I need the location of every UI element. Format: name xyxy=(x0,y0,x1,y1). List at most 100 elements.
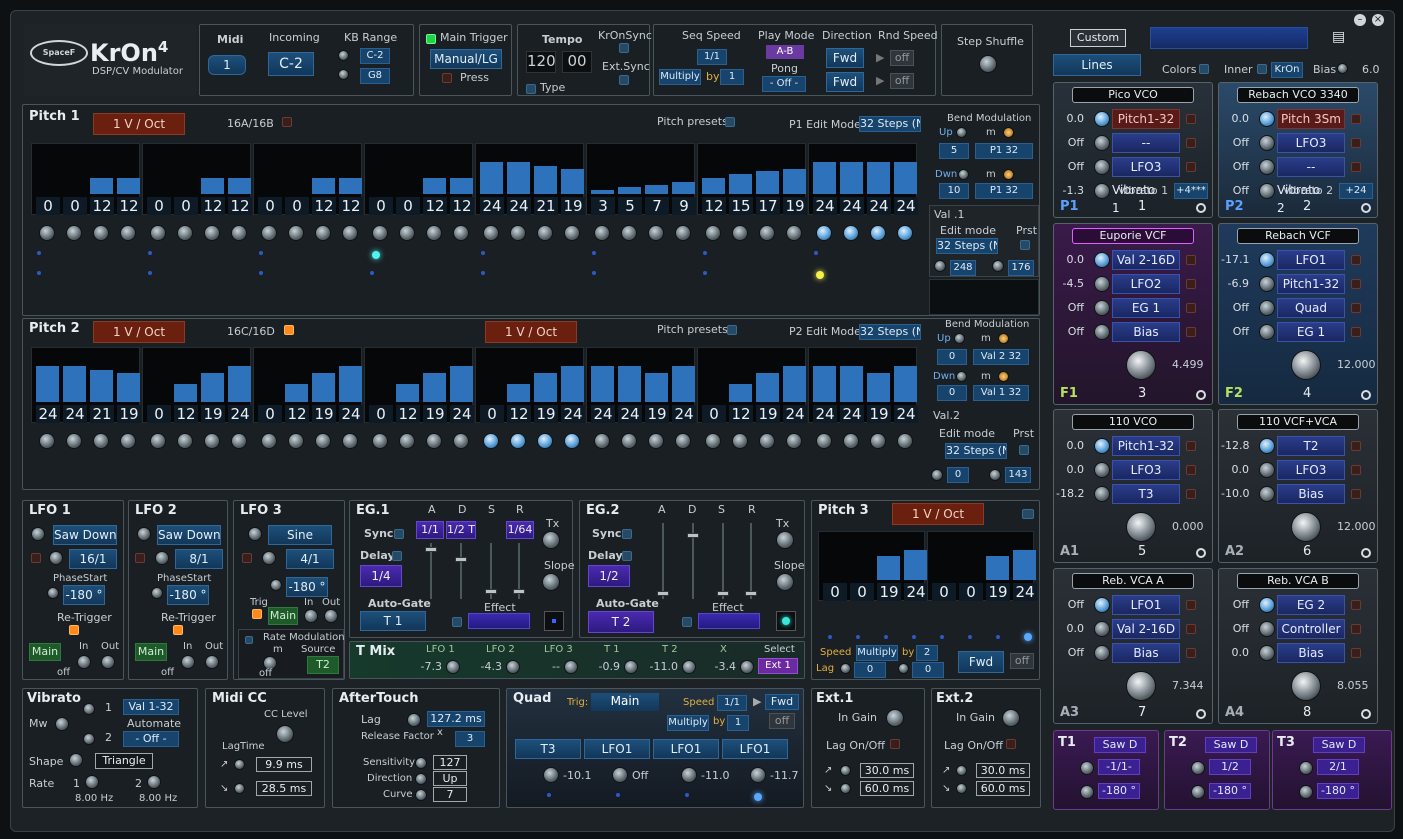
mod-toggle[interactable] xyxy=(1351,138,1361,148)
mod-knob[interactable] xyxy=(1094,597,1110,613)
lag-up-knob[interactable] xyxy=(234,759,245,770)
pitch3-lag-knob-b[interactable] xyxy=(898,663,909,674)
val1-value-b[interactable]: 176 xyxy=(1008,260,1034,276)
eg2-effect-select[interactable] xyxy=(698,613,760,629)
pitch1-step-grid[interactable]: 0 0 12 12 0 0 12 12 0 0 12 12 0 0 12 12 24 24 21 19 3 5 7 9 12 15… xyxy=(31,143,919,315)
step-bar[interactable] xyxy=(396,384,419,402)
power-icon[interactable] xyxy=(1361,709,1371,719)
val2-edit-mode[interactable]: 32 Steps (N xyxy=(945,443,1007,459)
lfo2-out-knob[interactable] xyxy=(205,655,219,669)
ext1-lag-up-knob[interactable] xyxy=(840,765,851,776)
tmix-knob[interactable] xyxy=(740,660,754,674)
minimize-icon[interactable]: – xyxy=(1354,14,1366,26)
lfo2-waveform[interactable]: Saw Down xyxy=(157,525,221,545)
step-knob[interactable] xyxy=(288,433,304,449)
step-knob[interactable] xyxy=(705,433,721,449)
pitch3-lag-b[interactable]: 0 xyxy=(912,662,944,678)
pitch2-up-source[interactable]: Val 2 32 xyxy=(973,349,1029,365)
mod-knob[interactable] xyxy=(1094,159,1110,175)
step-knob[interactable] xyxy=(816,225,832,241)
mod-source[interactable]: EG 1 xyxy=(1277,322,1345,342)
mod-knob[interactable] xyxy=(1094,486,1110,502)
ext2-lag-up[interactable]: 30.0 ms xyxy=(976,763,1030,778)
step-knob[interactable] xyxy=(261,433,277,449)
step-knob[interactable] xyxy=(759,433,775,449)
mod-toggle[interactable] xyxy=(1186,441,1196,451)
vibrato-shape[interactable]: Triangle xyxy=(95,753,153,769)
step-knob[interactable] xyxy=(426,225,442,241)
step-bar[interactable] xyxy=(201,373,224,402)
pitch2-notes-toggle[interactable] xyxy=(284,325,294,335)
quad-speed[interactable]: 1/1 xyxy=(717,695,747,711)
step-bar[interactable] xyxy=(867,162,890,194)
pitch3-by-value[interactable]: 2 xyxy=(916,645,938,661)
step-knob[interactable] xyxy=(564,433,580,449)
module-header[interactable]: Rebach VCO 3340 xyxy=(1237,87,1359,103)
kb-range-high[interactable]: G8 xyxy=(360,68,390,84)
step-bar[interactable] xyxy=(534,373,557,402)
module-header[interactable]: Euporie VCF xyxy=(1072,228,1194,244)
step-group[interactable]: 0 0 19 24 xyxy=(818,531,928,601)
lfo3-in-knob[interactable] xyxy=(304,609,318,623)
step-knob[interactable] xyxy=(870,225,886,241)
eg1-sync-toggle[interactable] xyxy=(394,529,404,539)
lfo3-phase-knob[interactable] xyxy=(270,579,282,591)
lfo2-phase-knob[interactable] xyxy=(151,587,163,599)
mod-knob[interactable] xyxy=(1259,645,1275,661)
tempo-bpm[interactable]: 120 xyxy=(526,51,556,73)
step-bar[interactable] xyxy=(729,384,752,402)
step-knob[interactable] xyxy=(399,225,415,241)
t-rate-knob[interactable] xyxy=(1080,761,1094,775)
mod-toggle[interactable] xyxy=(1186,138,1196,148)
quad-knob[interactable] xyxy=(543,767,559,783)
step-knob[interactable] xyxy=(897,433,913,449)
step-bar[interactable] xyxy=(645,373,668,402)
pitch2-up-m-knob[interactable] xyxy=(998,333,1009,344)
mod-source[interactable]: Pitch1-32 xyxy=(1112,436,1180,456)
vibrato-knob-1[interactable] xyxy=(83,703,95,715)
step-knob[interactable] xyxy=(537,225,553,241)
tempo-fraction[interactable]: 00 xyxy=(562,51,592,73)
step-bar[interactable] xyxy=(312,178,335,194)
step-group[interactable]: 24 24 19 24 xyxy=(808,347,918,423)
mod-source[interactable]: Pitch 3Sm xyxy=(1277,109,1345,129)
mod-knob[interactable] xyxy=(1259,597,1275,613)
step-knob[interactable] xyxy=(675,433,691,449)
vibrato-knob-2[interactable] xyxy=(83,733,95,745)
lfo3-phase[interactable]: -180 ° xyxy=(286,577,328,597)
quad-trigger[interactable]: Main xyxy=(591,693,659,711)
pitch1-up-m-knob[interactable] xyxy=(1003,127,1014,138)
mod-main-knob[interactable] xyxy=(1291,671,1321,701)
mod-source[interactable]: Val 2-16D xyxy=(1112,619,1180,639)
step-bar[interactable] xyxy=(783,366,806,402)
t-phase[interactable]: -180 ° xyxy=(1098,783,1140,799)
val2-knob-b[interactable] xyxy=(989,469,1001,481)
mod-toggle[interactable] xyxy=(1351,648,1361,658)
pitch2-up-knob[interactable] xyxy=(954,333,965,344)
pitch1-up-value[interactable]: 5 xyxy=(939,143,969,159)
mod-source[interactable]: Quad xyxy=(1277,298,1345,318)
step-shuffle-knob[interactable] xyxy=(979,55,997,73)
module-header[interactable]: Reb. VCA A xyxy=(1072,573,1194,589)
lfo2-phase[interactable]: -180 ° xyxy=(167,585,209,605)
vibrato-automate[interactable]: - Off - xyxy=(123,731,179,747)
pitch1-dwn-value[interactable]: 10 xyxy=(939,183,969,199)
mod-source[interactable]: Pitch1-32 xyxy=(1112,109,1180,129)
vibrato-source[interactable]: Val 1-32 xyxy=(123,699,179,715)
eg1-delay-toggle[interactable] xyxy=(392,551,402,561)
step-bar[interactable] xyxy=(561,366,584,402)
t-rate[interactable]: 1/2 xyxy=(1209,759,1251,775)
pitch1-up-knob[interactable] xyxy=(956,127,967,138)
step-group[interactable]: 24 24 24 24 xyxy=(808,143,918,215)
step-knob[interactable] xyxy=(66,433,82,449)
eg1-delay-value[interactable]: 1/4 xyxy=(360,565,402,587)
eg2-attack-fader[interactable] xyxy=(662,523,664,599)
close-icon[interactable]: × xyxy=(1372,14,1384,26)
step-knob[interactable] xyxy=(510,433,526,449)
mod-toggle[interactable] xyxy=(1351,327,1361,337)
step-knob[interactable] xyxy=(621,225,637,241)
mod-toggle[interactable] xyxy=(1186,279,1196,289)
seq-by-value[interactable]: 1 xyxy=(720,69,744,85)
step-bar[interactable] xyxy=(986,556,1009,580)
step-knob[interactable] xyxy=(93,433,109,449)
